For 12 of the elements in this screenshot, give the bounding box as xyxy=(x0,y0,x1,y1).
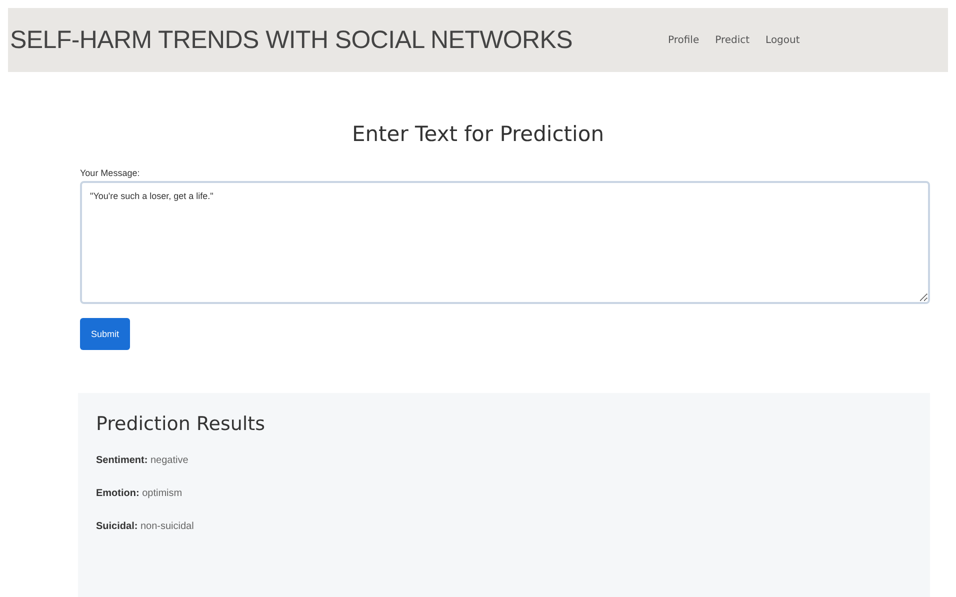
result-line: Suicidal: non-suicidal xyxy=(96,521,195,532)
nav-link[interactable]: Predict xyxy=(715,34,750,46)
submit-button[interactable]: Submit xyxy=(80,318,130,350)
form-heading: Enter Text for Prediction xyxy=(350,122,606,148)
results-heading: Prediction Results xyxy=(96,413,266,435)
nav-link[interactable]: Profile xyxy=(668,34,700,46)
message-field[interactable]: "You're such a loser, get a life." xyxy=(80,181,930,304)
result-line: Sentiment: negative xyxy=(96,455,190,466)
result-line: Emotion: optimism xyxy=(96,488,184,499)
nav-link[interactable]: Logout xyxy=(766,34,800,46)
message-label: Your Message: xyxy=(80,168,141,178)
site-title: SELF-HARM TRENDS WITH SOCIAL NETWORKS xyxy=(10,26,574,54)
